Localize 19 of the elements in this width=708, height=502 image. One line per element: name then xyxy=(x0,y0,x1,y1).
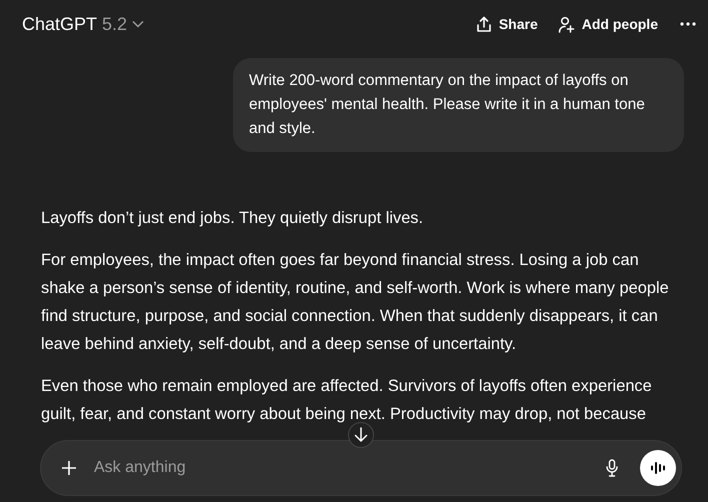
microphone-icon xyxy=(606,459,618,477)
prompt-input[interactable]: Ask anything xyxy=(88,459,594,477)
response-paragraph: For employees, the impact often goes far beyond financial stress. Losing a job can shake a person’s sense of identity, routine, and self-worth. Work is where many people find structure, purpose, and social connection. When that suddenly disappears, it can leave behind anxiety, self-doubt, and a deep sense of uncertainty. xyxy=(41,250,670,355)
model-selector[interactable]: ChatGPT 5.2 xyxy=(14,8,152,40)
response-paragraph: Even those who remain employed are affected. Survivors of layoffs often experience guilt, fear, and constant worry about being next. Productivity may drop, not because xyxy=(41,376,653,425)
scroll-down-button[interactable] xyxy=(348,422,374,448)
share-icon xyxy=(476,16,492,32)
more-icon xyxy=(680,22,696,26)
waveform-icon xyxy=(650,462,666,474)
message-composer[interactable]: Ask anything xyxy=(41,441,681,495)
voice-mode-button[interactable] xyxy=(640,450,676,486)
response-paragraph: Layoffs don’t just end jobs. They quietly disrupt lives. xyxy=(41,208,424,229)
arrow-down-icon xyxy=(354,427,368,443)
share-button[interactable]: Share xyxy=(468,10,546,38)
chevron-down-icon xyxy=(132,20,144,28)
add-person-icon xyxy=(558,16,575,32)
add-people-button[interactable]: Add people xyxy=(550,10,666,38)
plus-icon xyxy=(62,461,76,475)
user-message-text: Write 200-word commentary on the impact of layoffs on employees' mental health. Please write it in a human tone and style. xyxy=(249,71,646,139)
